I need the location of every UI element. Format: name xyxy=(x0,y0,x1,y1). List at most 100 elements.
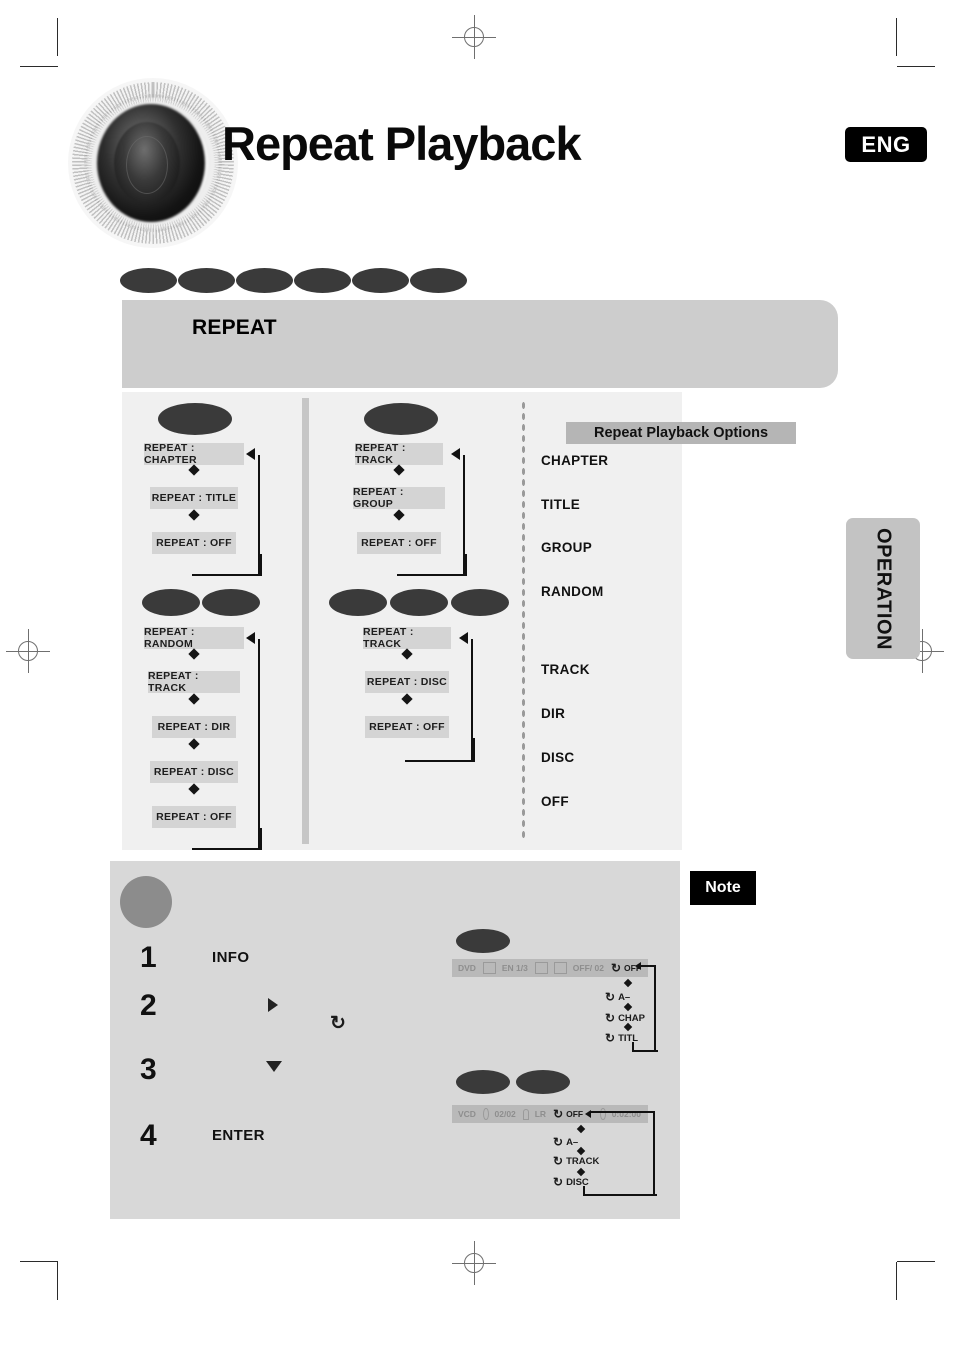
step-4-number: 4 xyxy=(140,1119,157,1152)
option-track: TRACK xyxy=(541,662,590,677)
osd-dvd-cycle-2-label: A– xyxy=(618,991,631,1003)
repeat-icon: ↻ xyxy=(605,1011,616,1025)
crop-mark-top-right-vertical xyxy=(896,18,897,56)
page-title: Repeat Playback xyxy=(222,117,582,170)
option-dir: DIR xyxy=(541,706,566,721)
osd-vcd-track: 02/02 xyxy=(494,1109,516,1119)
flow-col1-loop-up xyxy=(258,455,260,574)
speaker-disc-graphic xyxy=(68,78,238,248)
osd-vcd-cycle-3-label: TRACK xyxy=(566,1155,600,1167)
step-3-number: 3 xyxy=(140,1053,157,1086)
down-arrow-icon xyxy=(266,1061,282,1072)
flow-col3-disc-icon-2 xyxy=(202,589,260,616)
osd-vcd-cycle-2-label: A– xyxy=(566,1136,579,1148)
osd-vcd-audio: LR xyxy=(534,1109,547,1119)
flow-col4-disc-icon-2 xyxy=(390,589,448,616)
flow-col3-step-2: REPEAT : TRACK xyxy=(148,670,240,694)
step-1-label: INFO xyxy=(212,949,250,966)
osd-dvd-loop-top xyxy=(640,965,656,967)
note-badge: Note xyxy=(690,871,756,905)
disc-icon-1 xyxy=(120,268,177,293)
step-2-number: 2 xyxy=(140,989,157,1022)
repeat-icon: ↻ xyxy=(553,1175,564,1189)
osd-dvd-arrowhead xyxy=(635,962,641,970)
flow-col1-disc-icon xyxy=(158,403,232,435)
osd-dvd-disc-type: DVD xyxy=(458,963,476,973)
repeat-icon: ↻ xyxy=(330,1013,346,1034)
flow-col4-disc-icon-3 xyxy=(451,589,509,616)
flow-col2-step-2: REPEAT : GROUP xyxy=(353,486,445,510)
language-badge-label: ENG xyxy=(861,131,911,157)
repeat-icon: ↻ xyxy=(553,1107,564,1121)
osd-dvd-cycle-2: ↻ A– xyxy=(605,991,630,1003)
crop-mark-top-left-vertical xyxy=(57,18,58,56)
registration-mark-bottom xyxy=(452,1241,496,1285)
side-tab-label: OPERATION xyxy=(872,527,895,650)
step-1-number: 1 xyxy=(140,941,157,974)
osd-vcd-disc-icon-2 xyxy=(516,1070,570,1094)
option-random: RANDOM xyxy=(541,584,604,599)
flow-col3-step-4: REPEAT : DISC xyxy=(150,761,238,783)
osd-dvd-bar: DVD EN 1/3 OFF/ 02 ↻ OFF xyxy=(452,959,648,977)
osd-vcd-repeat-value: OFF xyxy=(566,1109,584,1119)
osd-vcd-loop-right xyxy=(653,1112,655,1194)
flow-col4-step-2: REPEAT : DISC xyxy=(365,671,449,693)
crop-mark-bottom-right-horizontal xyxy=(897,1261,935,1262)
option-disc: DISC xyxy=(541,750,575,765)
flow-col2-arrowhead xyxy=(451,448,460,460)
osd-dvd-cycle-3-label: CHAP xyxy=(618,1012,645,1024)
osd-dvd-audio: EN 1/3 xyxy=(501,963,528,973)
osd-vcd-disc-icon-1 xyxy=(456,1070,510,1094)
flow-col2-step-1: REPEAT : TRACK xyxy=(355,442,443,466)
repeat-section-label: REPEAT xyxy=(192,316,277,339)
option-off: OFF xyxy=(541,794,569,809)
option-chapter: CHAPTER xyxy=(541,453,609,468)
crop-mark-bottom-left-vertical xyxy=(57,1262,58,1300)
side-tab-operation: OPERATION xyxy=(846,518,920,659)
flow-col1-step-2: REPEAT : TITLE xyxy=(150,487,238,509)
crop-mark-bottom-right-vertical xyxy=(896,1262,897,1300)
osd-vcd-loop-top xyxy=(590,1111,655,1113)
option-group: GROUP xyxy=(541,540,593,555)
flow-col3-arrowhead xyxy=(246,632,255,644)
crop-mark-top-left-horizontal xyxy=(20,66,58,67)
option-title: TITLE xyxy=(541,497,580,512)
flow-col2-loop-up xyxy=(463,455,465,574)
osd-dvd-subtitle: OFF/ 02 xyxy=(572,963,604,973)
disc-icon-6 xyxy=(410,268,467,293)
flow-col3-loop-up xyxy=(258,639,260,848)
flow-col2-disc-icon xyxy=(364,403,438,435)
osd-vcd-disc-type: VCD xyxy=(458,1109,476,1119)
osd-vcd-bar: VCD 02/02 LR ↻ OFF 0:02:00 xyxy=(452,1105,648,1123)
language-badge: ENG xyxy=(845,127,927,162)
clock-icon xyxy=(600,1108,606,1120)
flow-col4-step-1: REPEAT : TRACK xyxy=(363,626,451,650)
repeat-section-band: REPEAT xyxy=(122,300,838,388)
registration-mark-left xyxy=(6,629,50,673)
osd-vcd-loop-bottom xyxy=(583,1186,657,1196)
video-icon xyxy=(482,962,496,974)
disc-icon-3 xyxy=(236,268,293,293)
repeat-icon: ↻ xyxy=(605,990,616,1004)
crop-mark-bottom-left-horizontal xyxy=(20,1261,58,1262)
options-title: Repeat Playback Options xyxy=(566,422,796,444)
disc-icon-4 xyxy=(294,268,351,293)
flow-col1-loop xyxy=(192,554,262,576)
note-bullet-circle xyxy=(120,876,172,928)
flow-col3-disc-icon-1 xyxy=(142,589,200,616)
disc-icon-2 xyxy=(178,268,235,293)
flow-col3-step-1: REPEAT : RANDOM xyxy=(144,626,244,650)
registration-mark-top xyxy=(452,15,496,59)
osd-dvd-cycle-3: ↻ CHAP xyxy=(605,1012,645,1024)
flow-col4-loop xyxy=(405,738,475,762)
flow-col4-disc-icon-1 xyxy=(329,589,387,616)
crop-mark-top-right-horizontal xyxy=(897,66,935,67)
flow-col3-loop xyxy=(192,828,262,850)
flow-col3-step-3: REPEAT : DIR xyxy=(152,716,236,738)
right-arrow-icon xyxy=(268,998,278,1012)
disc-icon-5 xyxy=(352,268,409,293)
headphone-icon xyxy=(522,1108,529,1120)
dotted-divider xyxy=(521,400,526,840)
repeat-icon: ↻ xyxy=(610,961,622,975)
flow-col4-step-3: REPEAT : OFF xyxy=(365,716,449,738)
